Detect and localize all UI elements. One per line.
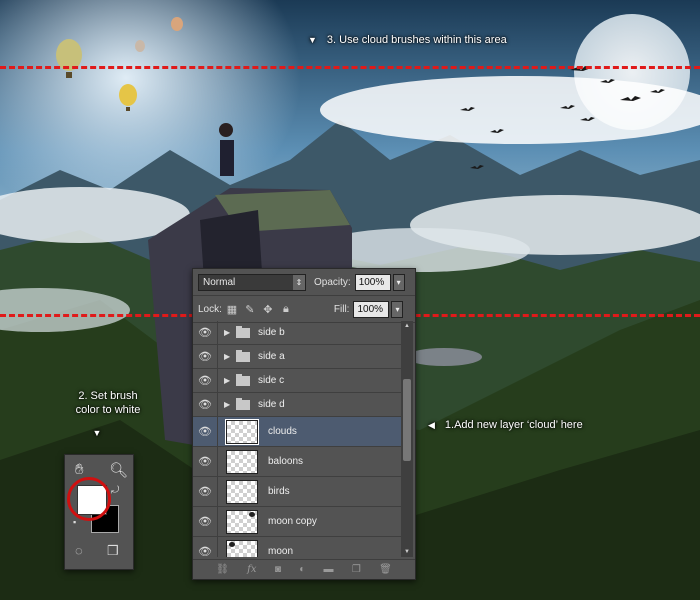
visibility-eye-icon[interactable]: 👁︎ xyxy=(193,417,218,446)
right-annotation: ◀ 1.Add new layer ‘cloud’ here xyxy=(428,419,583,431)
lock-position-icon[interactable]: ✥ xyxy=(262,303,274,316)
quick-mask-icon[interactable]: ◌ xyxy=(75,543,83,558)
select-arrows-icon: ⇕ xyxy=(293,274,305,290)
top-boundary-line xyxy=(0,66,700,69)
blend-mode-select[interactable]: Normal ⇕ xyxy=(198,273,306,291)
visibility-eye-icon[interactable]: 👁︎ xyxy=(193,345,218,368)
tools-panel: ✋︎ 🔍︎ ⤾ ▪ ◌ ❒ xyxy=(64,454,134,570)
layer-row[interactable]: 👁︎ moon copy xyxy=(193,507,401,537)
lock-image-pixels-icon[interactable]: ✎ xyxy=(244,303,256,316)
mask-icon[interactable]: ◙ xyxy=(275,564,281,575)
fx-icon[interactable]: fx xyxy=(247,564,256,575)
left-arrow-icon: ◀ xyxy=(428,420,435,430)
layer-name: side a xyxy=(258,351,285,362)
adjustment-icon[interactable]: ◐ xyxy=(299,564,305,575)
lock-all-icon[interactable]: 🔒︎ xyxy=(280,303,292,315)
visibility-eye-icon[interactable]: 👁︎ xyxy=(193,321,218,344)
layer-name: side b xyxy=(258,327,285,338)
layers-list: 👁︎ ▶ side b 👁︎ ▶ side a 👁︎ ▶ side c 👁︎ ▶ side d 👁︎ cl… xyxy=(193,321,401,557)
visibility-eye-icon[interactable]: 👁︎ xyxy=(193,537,218,557)
expand-triangle-icon[interactable]: ▶ xyxy=(224,376,236,385)
layer-thumbnail[interactable] xyxy=(225,418,259,445)
opacity-field[interactable]: 100% xyxy=(354,273,391,291)
layer-row[interactable]: 👁︎ ▶ side c xyxy=(193,369,401,393)
folder-icon[interactable]: ▬ xyxy=(324,564,334,575)
down-arrow-icon: ▼ xyxy=(92,428,102,438)
visibility-eye-icon[interactable]: 👁︎ xyxy=(193,369,218,392)
layer-row[interactable]: 👁︎ clouds xyxy=(193,417,401,447)
expand-triangle-icon[interactable]: ▶ xyxy=(224,328,236,337)
layer-row[interactable]: 👁︎ ▶ side b xyxy=(193,321,401,345)
visibility-eye-icon[interactable]: 👁︎ xyxy=(193,507,218,536)
trash-icon[interactable]: 🗑︎ xyxy=(379,564,392,575)
layer-row[interactable]: 👁︎ ▶ side a xyxy=(193,345,401,369)
layers-panel: Normal ⇕ Opacity: 100% ▾ Lock: ▦ ✎ ✥ 🔒︎ … xyxy=(192,268,416,580)
default-colors-icon[interactable]: ▪ xyxy=(73,517,76,527)
link-icon[interactable]: ⛓︎ xyxy=(216,564,229,575)
expand-triangle-icon[interactable]: ▶ xyxy=(224,352,236,361)
opacity-value: 100% xyxy=(358,276,385,288)
folder-icon xyxy=(236,325,250,338)
left-annotation-line2: color to white xyxy=(75,404,141,416)
folder-icon xyxy=(236,397,250,410)
top-annotation: ▼ 3. Use cloud brushes within this area xyxy=(308,34,507,46)
folder-icon xyxy=(236,373,250,386)
opacity-label: Opacity: xyxy=(314,276,351,288)
scroll-down-icon[interactable]: ▼ xyxy=(401,547,413,557)
new-layer-icon[interactable]: ❐ xyxy=(352,564,361,575)
blend-options-bar: Normal ⇕ Opacity: 100% ▾ xyxy=(193,269,415,296)
layer-name: side d xyxy=(258,399,285,410)
highlight-circle xyxy=(67,477,111,521)
screen-mode-icon[interactable]: ❒ xyxy=(107,543,119,559)
left-annotation-line1: 2. Set brush xyxy=(78,390,138,402)
layer-name: moon copy xyxy=(268,516,317,527)
visibility-eye-icon[interactable]: 👁︎ xyxy=(193,477,218,506)
lock-options-bar: Lock: ▦ ✎ ✥ 🔒︎ Fill: 100% ▾ xyxy=(193,296,415,323)
scroll-thumb[interactable] xyxy=(403,379,411,461)
layer-name: moon xyxy=(268,546,294,557)
layer-row[interactable]: 👁︎ moon xyxy=(193,537,401,557)
opacity-dropdown-button[interactable]: ▾ xyxy=(392,273,405,291)
layer-row[interactable]: 👁︎ baloons xyxy=(193,447,401,477)
folder-icon xyxy=(236,349,250,362)
expand-triangle-icon[interactable]: ▶ xyxy=(224,400,236,409)
scroll-up-icon[interactable]: ▲ xyxy=(401,321,413,331)
hand-tool-icon[interactable]: ✋︎ xyxy=(75,461,84,478)
zoom-tool-icon[interactable]: 🔍︎ xyxy=(109,461,128,479)
layer-name: birds xyxy=(268,486,290,497)
fill-dropdown-button[interactable]: ▾ xyxy=(391,300,404,318)
fill-field[interactable]: 100% xyxy=(353,300,390,318)
layer-name: clouds xyxy=(268,426,297,437)
lock-transparent-pixels-icon[interactable]: ▦ xyxy=(226,303,238,316)
layer-row[interactable]: 👁︎ ▶ side d xyxy=(193,393,401,417)
blend-mode-value: Normal xyxy=(203,276,236,288)
layer-name: baloons xyxy=(268,456,304,467)
right-annotation-text: 1.Add new layer ‘cloud’ here xyxy=(444,419,583,431)
down-arrow-icon: ▼ xyxy=(308,35,317,45)
visibility-eye-icon[interactable]: 👁︎ xyxy=(193,447,218,476)
fill-label: Fill: xyxy=(333,303,350,315)
layer-row[interactable]: 👁︎ birds xyxy=(193,477,401,507)
swap-colors-icon[interactable]: ⤾ xyxy=(111,485,119,496)
top-annotation-text: 3. Use cloud brushes within this area xyxy=(326,34,507,46)
fill-value: 100% xyxy=(357,303,384,315)
lock-label: Lock: xyxy=(198,303,222,315)
layers-scrollbar[interactable]: ▲ ▼ xyxy=(401,321,413,557)
layer-thumbnail[interactable] xyxy=(226,449,258,474)
layers-footer: ⛓︎ fx ◙ ◐ ▬ ❐ 🗑︎ xyxy=(193,559,415,579)
layer-name: side c xyxy=(258,375,285,386)
layer-thumbnail[interactable] xyxy=(226,539,258,557)
layer-thumbnail[interactable] xyxy=(226,479,258,504)
left-annotation: 2. Set brush color to white ▼ xyxy=(68,389,148,440)
layer-thumbnail[interactable] xyxy=(226,509,258,534)
visibility-eye-icon[interactable]: 👁︎ xyxy=(193,393,218,416)
